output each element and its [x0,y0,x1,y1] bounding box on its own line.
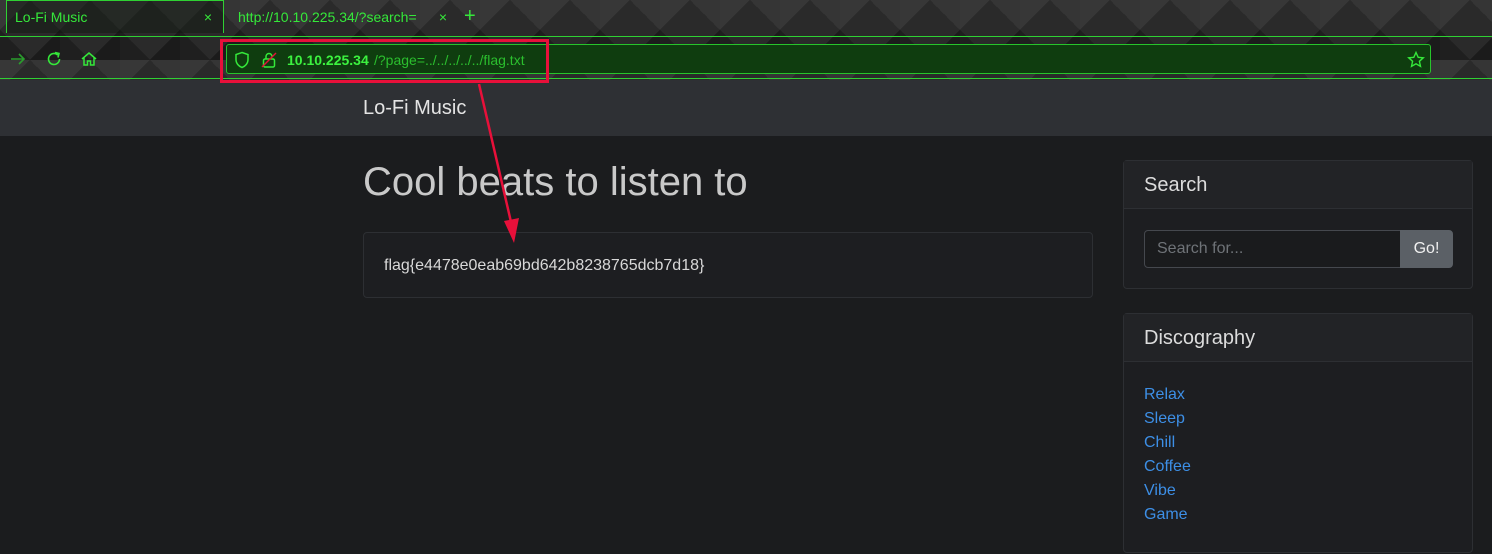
tab-lofi-music[interactable]: Lo-Fi Music × [6,0,224,33]
list-item: Chill [1144,434,1452,458]
discography-link-game[interactable]: Game [1144,506,1188,523]
page-content-text: flag{e4478e0eab69bd642b8238765dcb7d18} [384,257,705,274]
discography-link-relax[interactable]: Relax [1144,386,1185,403]
list-item: Sleep [1144,410,1452,434]
tab-label: Lo-Fi Music [15,9,88,25]
discography-link-coffee[interactable]: Coffee [1144,458,1191,475]
new-tab-button[interactable]: + [464,6,476,26]
discography-link-vibe[interactable]: Vibe [1144,482,1176,499]
site-brand[interactable]: Lo-Fi Music [363,97,466,120]
search-panel-title: Search [1124,161,1472,209]
close-tab-icon[interactable]: × [201,9,215,25]
reload-icon[interactable] [44,49,64,69]
discography-panel: Discography Relax Sleep Chill Coffee Vib… [1123,313,1473,553]
home-icon[interactable] [79,49,99,69]
discography-link-chill[interactable]: Chill [1144,434,1175,451]
discography-list: Relax Sleep Chill Coffee Vibe Game [1124,362,1472,554]
search-panel: Search Go! [1123,160,1473,289]
discography-link-sleep[interactable]: Sleep [1144,410,1185,427]
content-card: flag{e4478e0eab69bd642b8238765dcb7d18} [363,232,1093,298]
close-tab-icon[interactable]: × [436,9,450,25]
search-input[interactable] [1144,230,1401,268]
list-item: Vibe [1144,482,1452,506]
list-item: Game [1144,506,1452,530]
tab-search[interactable]: http://10.10.225.34/?search= × [238,0,450,33]
bookmark-star-icon[interactable] [1407,51,1425,69]
list-item: Coffee [1144,458,1452,482]
forward-arrow-icon[interactable] [8,49,28,69]
page-heading: Cool beats to listen to [363,160,748,204]
tab-bar: Lo-Fi Music × http://10.10.225.34/?searc… [0,0,1492,36]
search-go-button[interactable]: Go! [1400,230,1453,268]
tab-label: http://10.10.225.34/?search= [238,8,417,25]
annotation-highlight-box [220,39,549,83]
discography-panel-title: Discography [1124,314,1472,362]
list-item: Relax [1144,386,1452,410]
site-navbar: Lo-Fi Music [0,80,1492,136]
